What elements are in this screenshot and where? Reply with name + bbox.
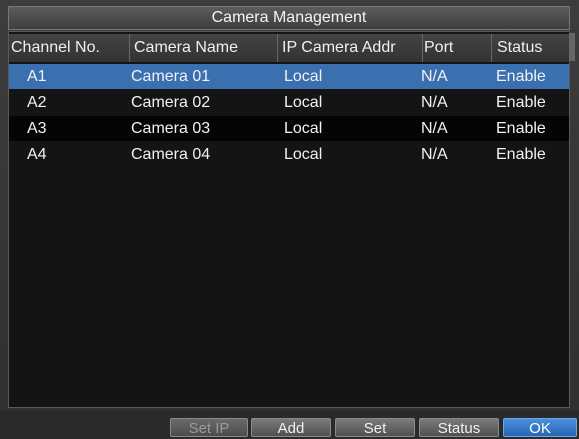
camera-name-cell: Camera 01	[131, 68, 211, 85]
button-bar: Set IP Add Set Status OK	[0, 410, 579, 439]
camera-name-cell: Camera 04	[131, 146, 211, 163]
port-cell: N/A	[421, 94, 448, 111]
table-row[interactable]: A1 Camera 01 Local N/A Enable	[9, 64, 569, 89]
channel-cell: A2	[27, 94, 47, 111]
column-header-port[interactable]: Port	[422, 34, 492, 62]
set-button[interactable]: Set	[335, 418, 415, 437]
ip-address-cell: Local	[284, 68, 323, 85]
ip-address-cell: Local	[284, 94, 323, 111]
status-cell: Enable	[496, 68, 546, 85]
ok-button[interactable]: OK	[503, 418, 577, 437]
status-cell: Enable	[496, 94, 546, 111]
table-header: Channel No. Camera Name IP Camera Addr P…	[9, 34, 569, 62]
camera-management-window: Camera Management Channel No. Camera Nam…	[0, 0, 579, 439]
scrollbar[interactable]	[569, 33, 575, 61]
column-header-camera-name[interactable]: Camera Name	[129, 34, 276, 62]
status-button[interactable]: Status	[419, 418, 499, 437]
camera-name-cell: Camera 02	[131, 94, 211, 111]
add-button[interactable]: Add	[251, 418, 331, 437]
set-ip-button[interactable]: Set IP	[170, 418, 248, 437]
table-row[interactable]: A4 Camera 04 Local N/A Enable	[9, 142, 569, 167]
port-cell: N/A	[421, 146, 448, 163]
camera-table: Channel No. Camera Name IP Camera Addr P…	[8, 31, 570, 408]
status-cell: Enable	[496, 120, 546, 137]
column-header-status[interactable]: Status	[491, 34, 569, 62]
window-title: Camera Management	[8, 6, 570, 30]
ip-address-cell: Local	[284, 120, 323, 137]
ip-address-cell: Local	[284, 146, 323, 163]
status-cell: Enable	[496, 146, 546, 163]
channel-cell: A3	[27, 120, 47, 137]
channel-cell: A1	[27, 68, 47, 85]
table-row[interactable]: A2 Camera 02 Local N/A Enable	[9, 90, 569, 115]
column-header-ip-address[interactable]: IP Camera Addr	[277, 34, 423, 62]
column-header-channel[interactable]: Channel No.	[11, 34, 129, 62]
port-cell: N/A	[421, 68, 448, 85]
channel-cell: A4	[27, 146, 47, 163]
camera-name-cell: Camera 03	[131, 120, 211, 137]
table-row[interactable]: A3 Camera 03 Local N/A Enable	[9, 116, 569, 141]
port-cell: N/A	[421, 120, 448, 137]
